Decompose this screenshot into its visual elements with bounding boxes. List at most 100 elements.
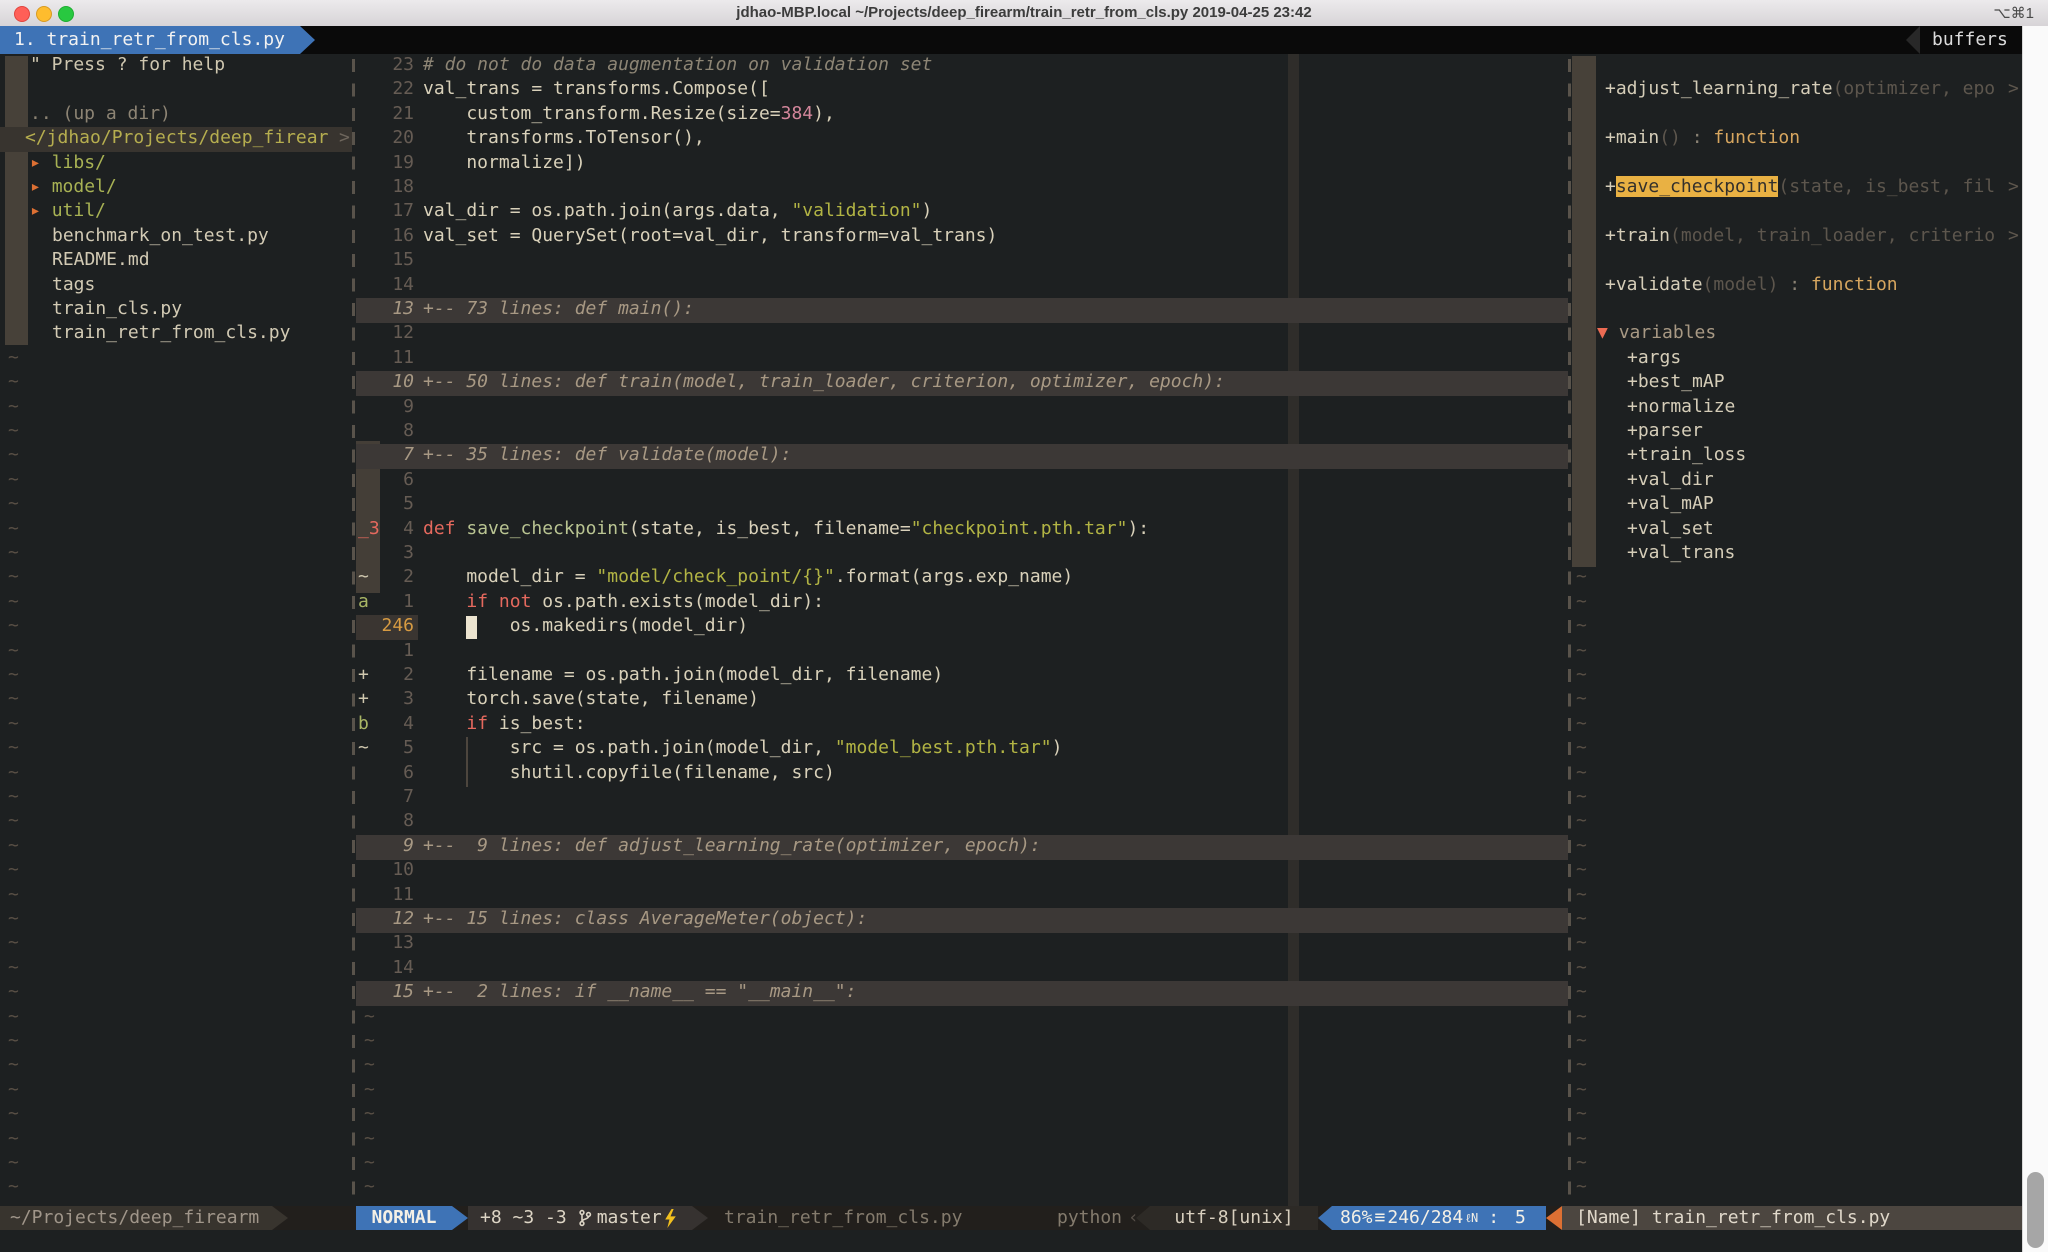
fold-line-7[interactable]: 7+-- 35 lines: def validate(model):	[356, 444, 1568, 469]
code-line-19[interactable]: 19 normalize])	[356, 152, 1568, 177]
tag-save_checkpoint[interactable]: +save_checkpoint(state, is_best, fil>	[1572, 176, 2022, 201]
fold-line-15[interactable]: 15+-- 2 lines: if __name__ == "__main__"…	[356, 981, 1568, 1006]
tagbar-statusline: [Name] train_retr_from_cls.py	[1562, 1206, 2022, 1230]
tag-val_set[interactable]: +val_set	[1572, 518, 2022, 543]
line-number: 5	[366, 737, 414, 758]
code-line-3[interactable]: +3 torch.save(state, filename)	[356, 688, 1568, 713]
tree-tilde-row: ~	[0, 1103, 352, 1128]
fold-line-12[interactable]: 12+-- 15 lines: class AverageMeter(objec…	[356, 908, 1568, 933]
window-separator-left[interactable]	[352, 54, 355, 1206]
code-line-20[interactable]: 20 transforms.ToTensor(),	[356, 127, 1568, 152]
code-line-14[interactable]: 14	[356, 274, 1568, 299]
code-line-11[interactable]: 11	[356, 347, 1568, 372]
code-line-6[interactable]: 6 shutil.copyfile(filename, src)	[356, 762, 1568, 787]
tree-dir-util[interactable]: ▸ util/	[0, 200, 352, 225]
scrollbar-track[interactable]	[2022, 26, 2048, 1252]
tree-root[interactable]: </jdhao/Projects/deep_firear>	[0, 127, 352, 152]
tag-main[interactable]: +main() : function	[1572, 127, 2022, 152]
tab-train_retr_from_cls[interactable]: 1. train_retr_from_cls.py	[0, 26, 300, 54]
fold-line-9[interactable]: 9+-- 9 lines: def adjust_learning_rate(o…	[356, 835, 1568, 860]
code-line-11[interactable]: 11	[356, 884, 1568, 909]
code-line-12[interactable]: 12	[356, 322, 1568, 347]
tag-args[interactable]: +args	[1572, 347, 2022, 372]
buffers-label[interactable]: buffers	[1932, 26, 2008, 54]
tag-train[interactable]: +train(model, train_loader, criterio>	[1572, 225, 2022, 250]
tree-dir-model[interactable]: ▸ model/	[0, 176, 352, 201]
code-tilde-row: ~	[356, 1054, 1568, 1079]
window-separator-right[interactable]	[1568, 54, 1571, 1206]
tag-val_trans[interactable]: +val_trans	[1572, 542, 2022, 567]
tree-tilde-row: ~	[0, 737, 352, 762]
tree-file-README.md[interactable]: README.md	[0, 249, 352, 274]
tag-train_loss[interactable]: +train_loss	[1572, 444, 2022, 469]
tag-val_mAP[interactable]: +val_mAP	[1572, 493, 2022, 518]
tree-tilde-row: ~	[0, 493, 352, 518]
tag-val_dir[interactable]: +val_dir	[1572, 469, 2022, 494]
code-line-17[interactable]: 17val_dir = os.path.join(args.data, "val…	[356, 200, 1568, 225]
tree-help: " Press ? for help	[0, 54, 352, 79]
tree-file-train_retr_from_cls.py[interactable]: train_retr_from_cls.py	[0, 322, 352, 347]
code-line-1[interactable]: 1	[356, 640, 1568, 665]
code-line-2[interactable]: ~2 model_dir = "model/check_point/{}".fo…	[356, 566, 1568, 591]
code-line-5[interactable]: 5	[356, 493, 1568, 518]
tagbar-tilde-row: ~	[1572, 884, 2022, 909]
line-number: 21	[366, 103, 414, 124]
code-tilde-row: ~	[356, 1030, 1568, 1055]
tag-parser[interactable]: +parser	[1572, 420, 2022, 445]
tree-tilde-row: ~	[0, 1079, 352, 1104]
fold-line-13[interactable]: 13+-- 73 lines: def main():	[356, 298, 1568, 323]
code-line-9[interactable]: 9	[356, 396, 1568, 421]
tree-tilde-row: ~	[0, 1152, 352, 1177]
tree-file-tags[interactable]: tags	[0, 274, 352, 299]
tagbar-tilde-row: ~	[1572, 640, 2022, 665]
terminal-window: jdhao-MBP.local ~/Projects/deep_firearm/…	[0, 0, 2048, 1252]
tagbar-tilde-row: ~	[1572, 1176, 2022, 1201]
mode-indicator: NORMAL	[356, 1206, 452, 1230]
code-line-7[interactable]: 7	[356, 786, 1568, 811]
fold-line-10[interactable]: 10+-- 50 lines: def train(model, train_l…	[356, 371, 1568, 396]
code-line-246[interactable]: 246 os.makedirs(model_dir)	[356, 615, 1568, 640]
code-line-23[interactable]: 23# do not do data augmentation on valid…	[356, 54, 1568, 79]
code-tilde-row: ~	[356, 1103, 1568, 1128]
tagbar-tilde-row: ~	[1572, 566, 2022, 591]
code-line-4[interactable]: _34def save_checkpoint(state, is_best, f…	[356, 518, 1568, 543]
line-number: 14	[366, 274, 414, 295]
tag-adjust_learning_rate[interactable]: +adjust_learning_rate(optimizer, epo>	[1572, 78, 2022, 103]
tagbar-tilde-row: ~	[1572, 835, 2022, 860]
tree-dir-libs[interactable]: ▸ libs/	[0, 152, 352, 177]
line-number: 18	[366, 176, 414, 197]
code-line-3[interactable]: 3	[356, 542, 1568, 567]
line-number: 14	[366, 957, 414, 978]
tagbar-tilde-row: ~	[1572, 688, 2022, 713]
tagbar-tilde-row: ~	[1572, 1030, 2022, 1055]
code-line-18[interactable]: 18	[356, 176, 1568, 201]
code-line-16[interactable]: 16val_set = QuerySet(root=val_dir, trans…	[356, 225, 1568, 250]
tagbar-section-variables[interactable]: ▼ variables	[1572, 322, 2022, 347]
tag-normalize[interactable]: +normalize	[1572, 396, 2022, 421]
code-line-15[interactable]: 15	[356, 249, 1568, 274]
scrollbar-thumb[interactable]	[2027, 1172, 2044, 1248]
powerline-arrow-icon	[272, 1206, 288, 1230]
line-number: 10	[366, 371, 414, 392]
tree-file-train_cls.py[interactable]: train_cls.py	[0, 298, 352, 323]
code-line-13[interactable]: 13	[356, 932, 1568, 957]
code-line-1[interactable]: a1 if not os.path.exists(model_dir):	[356, 591, 1568, 616]
code-line-2[interactable]: +2 filename = os.path.join(model_dir, fi…	[356, 664, 1568, 689]
tag-validate[interactable]: +validate(model) : function	[1572, 274, 2022, 299]
code-line-14[interactable]: 14	[356, 957, 1568, 982]
code-line-4[interactable]: b4 if is_best:	[356, 713, 1568, 738]
tree-file-benchmark_on_test.py[interactable]: benchmark_on_test.py	[0, 225, 352, 250]
code-line-6[interactable]: 6	[356, 469, 1568, 494]
code-tilde-row: ~	[356, 1152, 1568, 1177]
powerline-arrow-orange-icon	[1546, 1206, 1562, 1230]
code-line-8[interactable]: 8	[356, 810, 1568, 835]
code-line-5[interactable]: ~5 src = os.path.join(model_dir, "model_…	[356, 737, 1568, 762]
code-line-22[interactable]: 22val_trans = transforms.Compose([	[356, 78, 1568, 103]
line-number: 8	[366, 420, 414, 441]
code-line-8[interactable]: 8	[356, 420, 1568, 445]
tree-updir[interactable]: .. (up a dir)	[0, 103, 352, 128]
nerdtree-statusline-path: ~/Projects/deep_firearm	[0, 1206, 272, 1230]
code-line-10[interactable]: 10	[356, 859, 1568, 884]
tag-best_mAP[interactable]: +best_mAP	[1572, 371, 2022, 396]
code-line-21[interactable]: 21 custom_transform.Resize(size=384),	[356, 103, 1568, 128]
